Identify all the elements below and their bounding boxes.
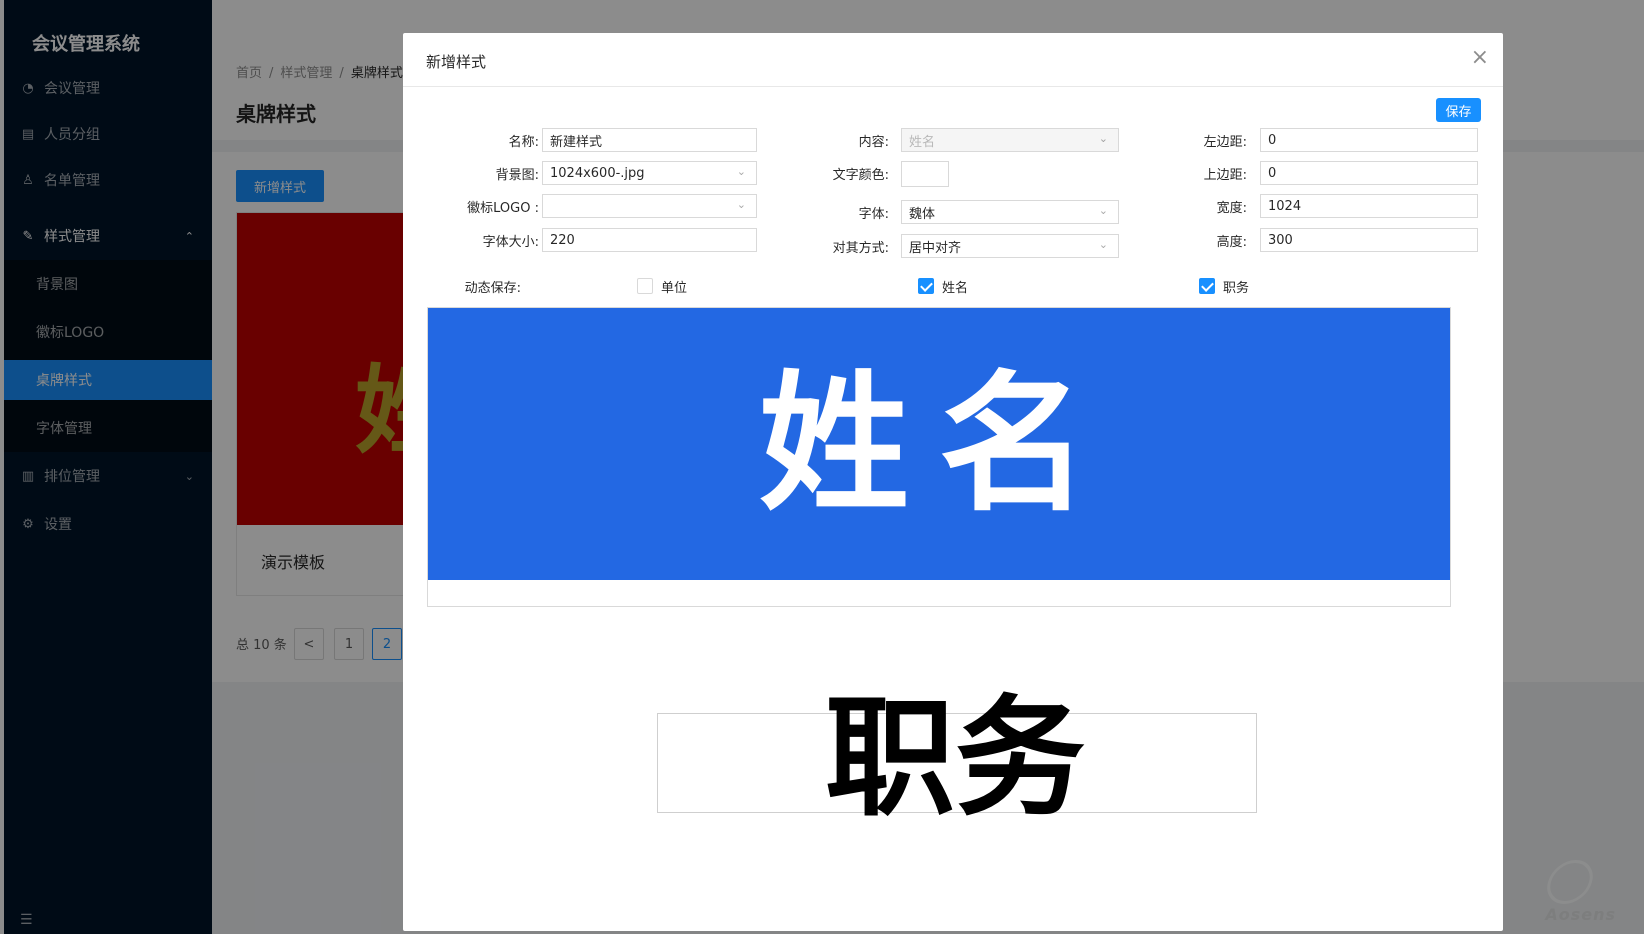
preview-background: 姓名 [428,308,1450,580]
name-input[interactable]: 新建样式 [542,128,757,152]
new-style-modal: 新增样式 × 保存 名称: 新建样式 背景图: 1024x600-.jpg ⌄ … [403,33,1503,931]
font-select-value: 魏体 [909,206,936,222]
height-label: 高度: [1216,235,1247,250]
font-select[interactable]: 魏体 ⌄ [901,200,1119,224]
top-margin-input[interactable]: 0 [1260,161,1478,185]
nameplate-preview: 姓名 [427,307,1451,607]
modal-title: 新增样式 [426,53,487,71]
align-label: 对其方式: [832,241,889,256]
checkbox-name[interactable] [918,278,934,294]
checkbox-title[interactable] [1199,278,1215,294]
checkbox-unit-label[interactable]: 单位 [661,277,687,296]
preview-name-text[interactable]: 姓名 [759,369,1119,519]
content-label: 内容: [858,135,889,150]
dynamic-save-label: 动态保存: [464,281,521,296]
chevron-down-icon: ⌄ [736,165,746,178]
background-select-value: 1024x600-.jpg [550,165,645,181]
top-margin-label: 上边距: [1203,168,1247,183]
left-margin-label: 左边距: [1203,135,1247,150]
width-label: 宽度: [1216,201,1247,216]
text-color-picker[interactable] [901,161,949,187]
chevron-down-icon: ⌄ [1098,204,1108,217]
checkbox-title-label[interactable]: 职务 [1223,277,1249,296]
height-input[interactable]: 300 [1260,228,1478,252]
save-button[interactable]: 保存 [1436,98,1481,122]
modal-header: 新增样式 × [403,33,1503,87]
checkbox-name-label[interactable]: 姓名 [942,277,968,296]
width-input[interactable]: 1024 [1260,194,1478,218]
name-label: 名称: [508,135,539,150]
close-icon[interactable]: × [1471,45,1489,70]
align-select[interactable]: 居中对齐 ⌄ [901,234,1119,258]
logo-label: 徽标LOGO : [467,201,539,216]
chevron-down-icon: ⌄ [1098,238,1108,251]
background-label: 背景图: [495,168,539,183]
align-select-value: 居中对齐 [909,240,962,256]
logo-select[interactable]: ⌄ [542,194,757,218]
watermark: Aosens [1545,905,1616,924]
font-size-label: 字体大小: [482,235,539,250]
font-size-input[interactable]: 220 [542,228,757,252]
preview-title-text[interactable]: 职务 [825,693,1085,823]
checkbox-unit[interactable] [637,278,653,294]
content-select: 姓名 ⌄ [901,128,1119,152]
font-label: 字体: [858,207,889,222]
content-select-value: 姓名 [909,134,936,150]
chevron-down-icon: ⌄ [736,198,746,211]
chevron-down-icon: ⌄ [1098,132,1108,145]
text-color-label: 文字颜色: [832,168,889,183]
left-margin-input[interactable]: 0 [1260,128,1478,152]
background-select[interactable]: 1024x600-.jpg ⌄ [542,161,757,185]
